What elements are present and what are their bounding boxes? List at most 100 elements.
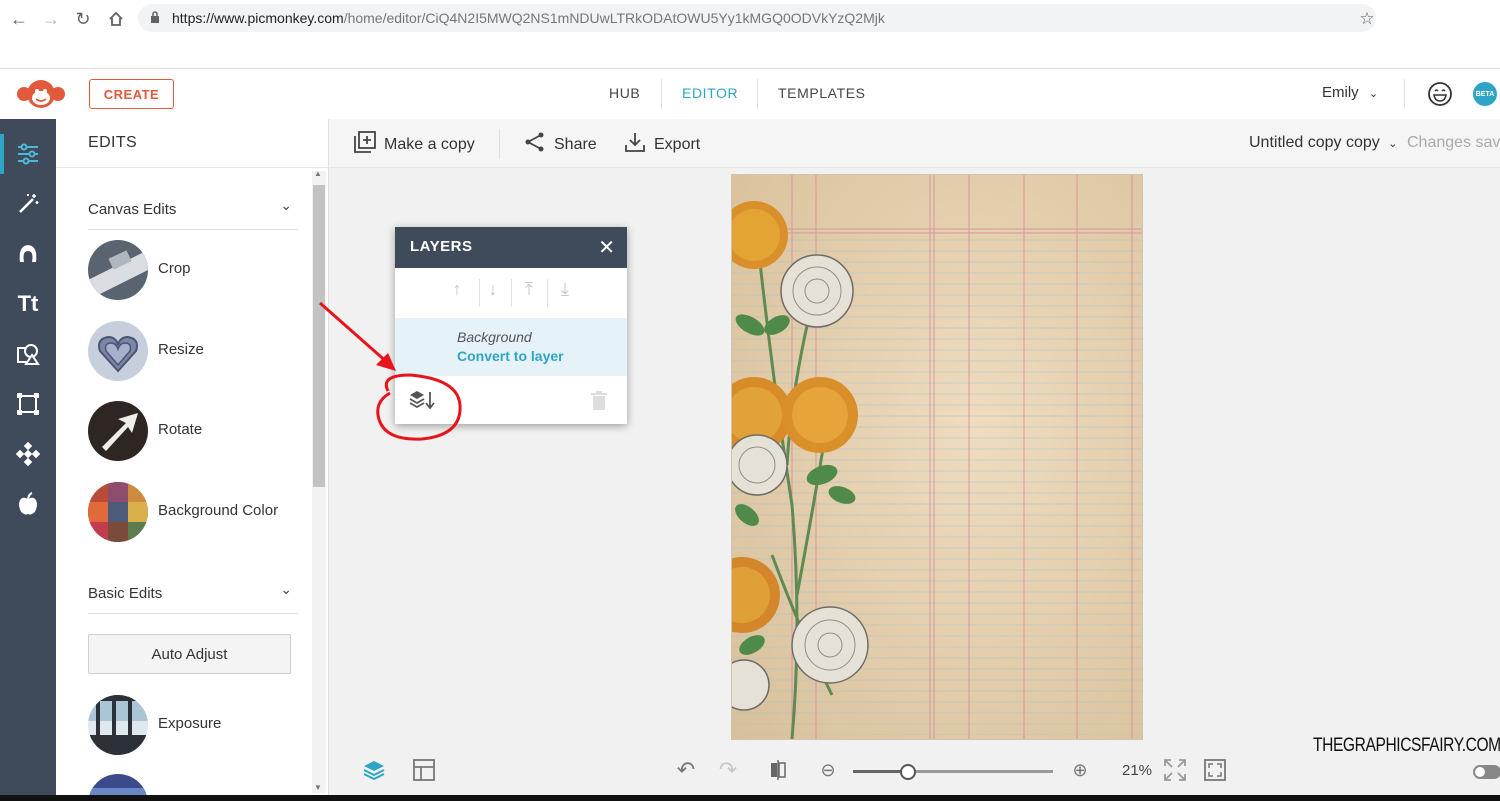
tool-crop[interactable]: Crop [88,240,318,302]
lock-icon [150,11,160,29]
basic-edits-label: Basic Edits [88,585,163,602]
bookmark-star-icon[interactable]: ☆ [1356,8,1378,30]
close-icon[interactable]: ✕ [598,235,615,260]
chevron-down-icon: ⌄ [280,197,292,213]
share-icon [524,131,546,158]
fit-screen-icon[interactable] [1202,757,1228,783]
rotate-thumbnail [88,401,148,461]
divider [56,167,328,168]
make-copy-label: Make a copy [384,135,475,153]
bring-to-front-icon[interactable]: ⤒ [519,279,539,309]
basic-edits-header[interactable]: Basic Edits ⌄ [88,579,298,614]
send-to-back-icon[interactable]: ⤓ [555,279,575,309]
layout-grid-icon[interactable] [411,757,437,783]
editor-toolbar: Make a copy Share Export Untitled copy c… [329,119,1500,168]
tool-rotate[interactable]: Rotate [88,401,318,463]
face-touchup-icon[interactable] [0,234,56,274]
nav-editor[interactable]: EDITOR [682,85,738,101]
trash-icon[interactable] [591,391,607,416]
zoom-slider[interactable] [853,764,1053,780]
zoom-percentage: 21% [1122,762,1153,779]
chevron-down-icon: ⌄ [1388,138,1398,150]
expand-icon[interactable] [1162,757,1188,783]
create-button[interactable]: CREATE [89,79,174,109]
user-name: Emily [1322,84,1359,101]
background-color-thumbnail [88,482,148,542]
redo-icon[interactable]: ↷ [715,757,741,783]
edits-title: EDITS [88,134,138,151]
browser-toolbar: ← → ↻ https://www.picmonkey.com/home/edi… [0,0,1500,38]
screen-bottom-edge [0,795,1500,801]
tool-label: Rotate [158,421,203,438]
smiley-feedback-icon[interactable] [1427,81,1453,112]
make-copy-button[interactable]: Make a copy [354,131,475,158]
graphics-icon[interactable] [0,334,56,374]
chevron-down-icon: ⌄ [1368,88,1379,100]
scroll-down-icon[interactable]: ▼ [314,783,322,792]
sliders-icon[interactable] [0,134,56,174]
auto-adjust-button[interactable]: Auto Adjust [88,634,291,674]
zoom-out-icon[interactable]: ⊖ [815,757,841,783]
nav-divider [757,79,758,109]
reload-icon[interactable]: ↻ [72,8,94,30]
document-title: Untitled copy copy [1249,134,1380,151]
nav-divider [661,79,662,109]
share-button[interactable]: Share [524,131,597,158]
document-canvas[interactable] [731,174,1143,740]
tool-rail: Tt [0,119,56,801]
canvas-edits-header[interactable]: Canvas Edits ⌄ [88,195,298,230]
forward-arrow-icon[interactable]: → [40,8,62,30]
address-bar[interactable]: https://www.picmonkey.com/home/editor/Ci… [138,4,1376,32]
layers-title: LAYERS [410,238,473,255]
themes-apple-icon[interactable] [0,484,56,524]
magic-wand-icon[interactable] [0,184,56,224]
panel-scrollbar[interactable]: ▲ ▼ [312,169,326,793]
divider [479,279,480,307]
nav-templates[interactable]: TEMPLATES [778,85,866,101]
scroll-up-icon[interactable]: ▲ [314,169,322,178]
header-divider [1404,79,1405,109]
export-button[interactable]: Export [624,131,700,158]
tool-label: Crop [158,260,191,277]
chevron-down-icon: ⌄ [280,581,292,597]
tool-label: Resize [158,341,204,358]
url-text: https://www.picmonkey.com/home/editor/Ci… [172,10,885,26]
move-down-icon[interactable]: ↓ [483,279,503,309]
tool-label: Background Color [158,502,279,519]
zoom-in-icon[interactable]: ⊕ [1067,757,1093,783]
layers-icon[interactable] [361,757,387,783]
toggle-knob [1475,767,1485,777]
dark-mode-toggle[interactable] [1473,765,1500,779]
red-annotation-arrow-icon [319,301,462,441]
picmonkey-logo-icon[interactable] [16,78,66,115]
toolbar-divider [499,129,500,159]
document-title-menu[interactable]: Untitled copy copy ⌄ [1249,134,1397,152]
nav-hub[interactable]: HUB [609,85,640,101]
zoom-slider-knob[interactable] [900,764,916,780]
layers-header: LAYERS ✕ [395,227,627,268]
save-status: Changes save [1407,134,1500,151]
edits-panel: EDITS Canvas Edits ⌄ Crop Resize Rotate … [56,119,329,801]
crop-thumbnail [88,240,148,300]
download-icon [624,131,646,158]
tool-exposure[interactable]: Exposure [88,695,318,757]
undo-icon[interactable]: ↶ [673,757,699,783]
textures-icon[interactable] [0,434,56,474]
tool-background-color[interactable]: Background Color [88,482,318,544]
tool-resize[interactable]: Resize [88,321,318,383]
text-icon[interactable]: Tt [0,284,56,324]
beta-badge[interactable]: BETA [1473,82,1497,106]
divider [547,279,548,307]
home-icon[interactable] [105,8,127,30]
canvas-edits-label: Canvas Edits [88,201,177,218]
user-menu[interactable]: Emily ⌄ [1322,84,1378,101]
back-arrow-icon[interactable]: ← [8,8,30,30]
compare-icon[interactable] [765,757,791,783]
tool-label: Exposure [158,715,222,732]
exposure-thumbnail [88,695,148,755]
app-header: CREATE HUB EDITOR TEMPLATES Emily ⌄ BETA [0,68,1500,120]
zoom-slider-fill [853,770,907,773]
convert-to-layer-link[interactable]: Convert to layer [457,348,564,364]
resize-thumbnail [88,321,148,381]
frames-icon[interactable] [0,384,56,424]
